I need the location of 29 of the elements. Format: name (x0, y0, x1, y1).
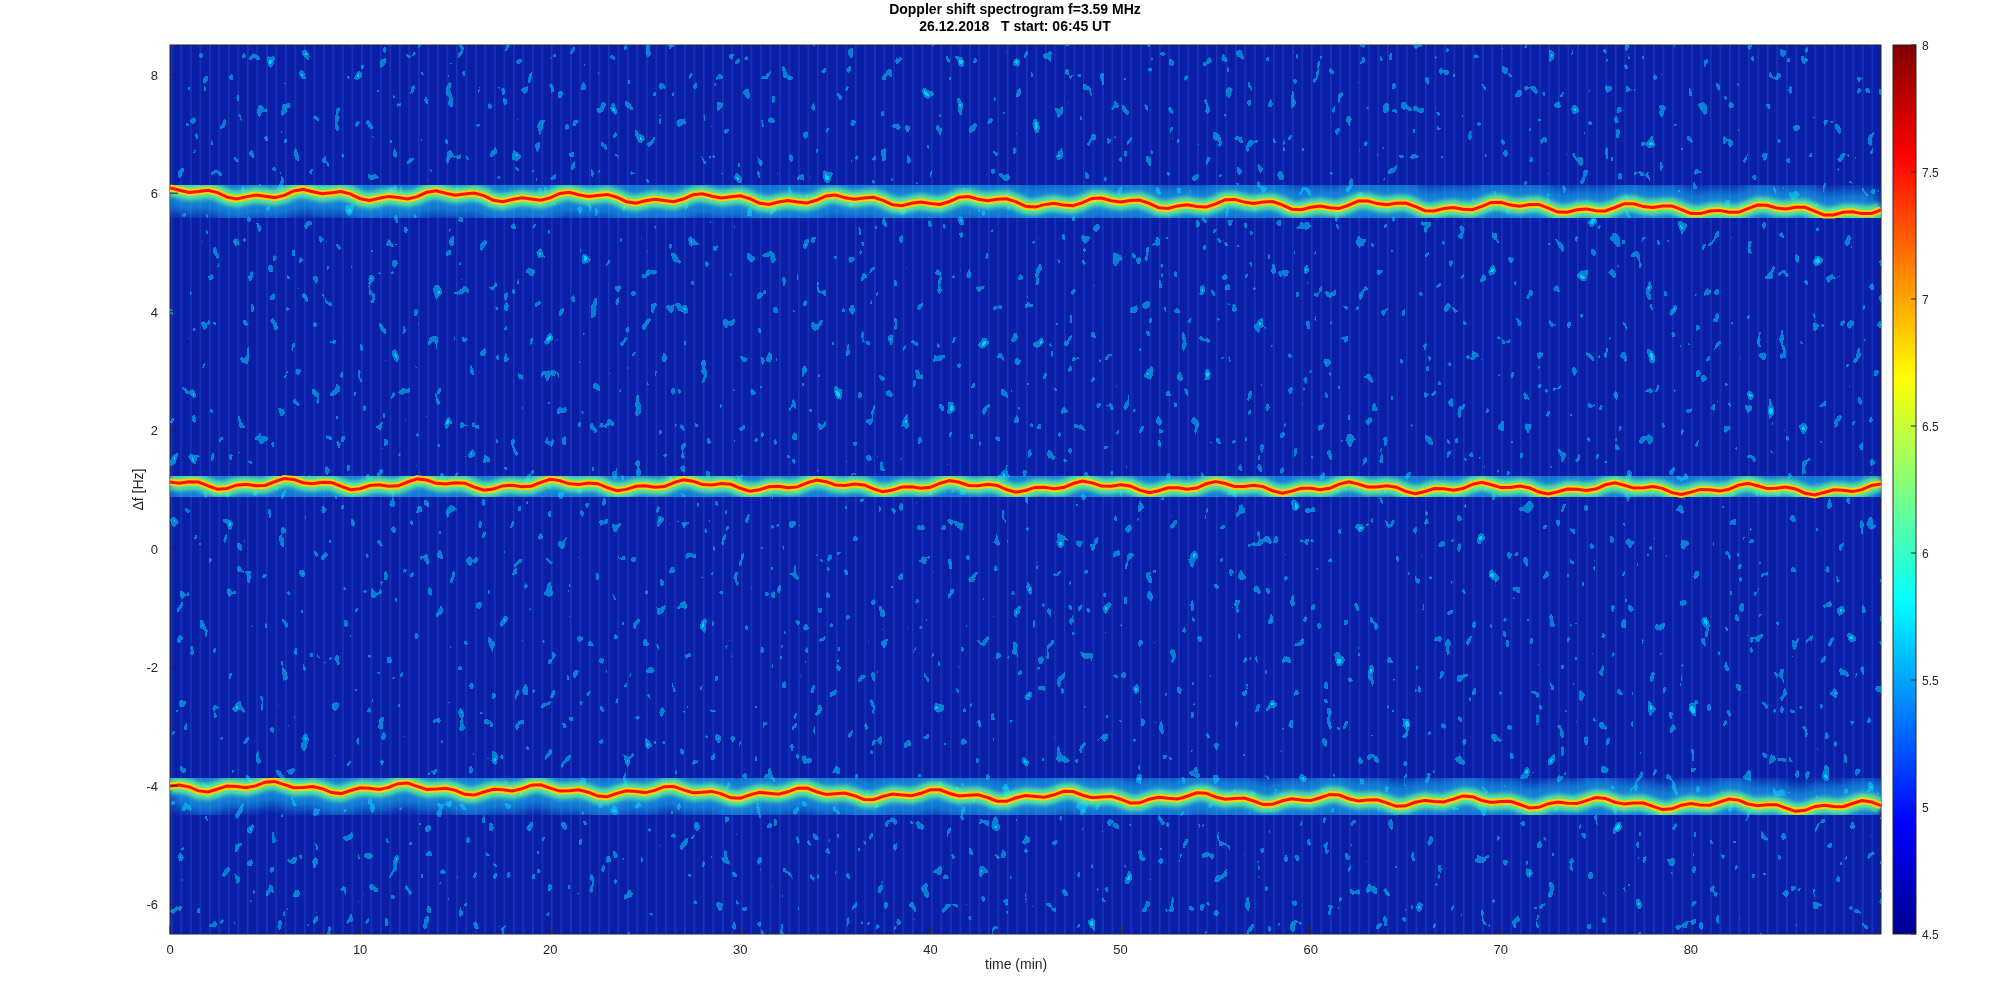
tick-label: 5.5 (1922, 674, 1939, 688)
tick-label: -6 (146, 897, 158, 913)
tick-label: 0 (166, 942, 174, 957)
tick-label: 7.5 (1922, 166, 1939, 180)
tick-label: 70 (1493, 942, 1508, 957)
tick-label: 30 (733, 942, 748, 957)
tick-label: 10 (352, 942, 368, 957)
tick-label: 20 (543, 942, 558, 957)
tick-label: 7 (1922, 293, 1929, 307)
tick-label: 6 (1922, 547, 1929, 561)
tick-label: 50 (1113, 942, 1128, 957)
tick-label: 60 (1303, 942, 1318, 957)
chart-title: 26.12.2018 T start: 06:45 UT (919, 17, 1111, 35)
tick-label: 4 (150, 304, 158, 320)
tick-label: 80 (1683, 942, 1699, 957)
tick-label: -2 (146, 660, 158, 676)
chart-title: Doppler shift spectrogram f=3.59 MHz (889, 0, 1141, 18)
tick-label: 40 (923, 942, 938, 957)
tick-label: 6 (150, 186, 158, 202)
tick-label: 8 (1922, 39, 1929, 53)
tick-label: 0 (150, 541, 158, 557)
tick-label: 5 (1922, 801, 1929, 815)
x-axis-label: time (min) (985, 956, 1048, 972)
tick-label: 2 (150, 423, 158, 439)
tick-label: 6.5 (1922, 420, 1939, 434)
y-axis-label: Δf [Hz] (130, 468, 146, 511)
tick-label: 8 (150, 67, 158, 83)
tick-label: -4 (146, 778, 158, 794)
tick-label: 4.5 (1922, 928, 1939, 942)
